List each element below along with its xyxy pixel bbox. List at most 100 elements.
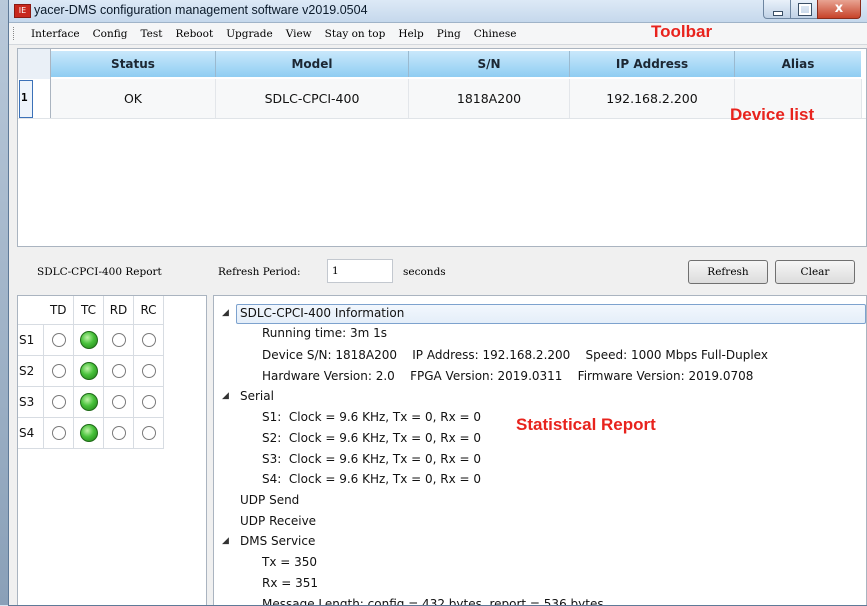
- refresh-period-input[interactable]: [327, 259, 393, 283]
- tree-dms-tx: Tx = 350: [262, 555, 318, 569]
- tree-node-serial[interactable]: Serial: [240, 386, 274, 406]
- indicator-cell: [43, 324, 74, 356]
- app-logo-icon: IE: [14, 4, 31, 18]
- col-header-status[interactable]: Status: [51, 51, 216, 77]
- led-on-icon: [79, 331, 98, 349]
- indicator-row: S2: [18, 355, 164, 387]
- close-button[interactable]: x: [817, 0, 861, 19]
- cell-model[interactable]: SDLC-CPCI-400: [216, 79, 409, 118]
- indicator-cell: [43, 386, 74, 418]
- window-controls: x: [763, 0, 861, 19]
- indicator-cell: [73, 355, 104, 387]
- col-header-sn[interactable]: S/N: [409, 51, 570, 77]
- menu-test[interactable]: Test: [140, 28, 162, 40]
- toolbar-grip[interactable]: [13, 27, 17, 40]
- tree-device-line: Device S/N: 1818A200 IP Address: 192.168…: [262, 348, 768, 362]
- maximize-icon: [798, 3, 812, 16]
- menu-help[interactable]: Help: [398, 28, 423, 40]
- menu-stay-on-top[interactable]: Stay on top: [325, 28, 386, 40]
- menu-bar: Interface Config Test Reboot Upgrade Vie…: [9, 23, 867, 45]
- menu-ping[interactable]: Ping: [437, 28, 461, 40]
- tree-serial-s2: S2: Clock = 9.6 KHz, Tx = 0, Rx = 0: [262, 431, 482, 445]
- menu-config[interactable]: Config: [93, 28, 128, 40]
- tree-node-info[interactable]: SDLC-CPCI-400 Information: [240, 303, 404, 323]
- tree-node-udp-send[interactable]: UDP Send: [240, 490, 299, 510]
- app-window: IE yacer-DMS configuration management so…: [8, 0, 867, 606]
- menu-upgrade[interactable]: Upgrade: [226, 28, 273, 40]
- tree-serial-s1: S1: Clock = 9.6 KHz, Tx = 0, Rx = 0: [262, 410, 482, 424]
- led-off-icon: [141, 426, 156, 441]
- led-off-icon: [141, 395, 156, 410]
- indicator-row: S3: [18, 386, 164, 418]
- col-header-ip[interactable]: IP Address: [570, 51, 735, 77]
- menu-items: Interface Config Test Reboot Upgrade Vie…: [31, 23, 529, 44]
- report-label: SDLC-CPCI-400 Report: [37, 266, 162, 278]
- clear-button[interactable]: Clear: [775, 260, 855, 284]
- collapse-arrow-icon[interactable]: ◢: [222, 386, 229, 406]
- tree-dms-rx: Rx = 351: [262, 576, 319, 590]
- indicator-col-td: TD: [43, 296, 74, 325]
- led-on-icon: [79, 393, 98, 411]
- annotation-statistical-report: Statistical Report: [516, 415, 656, 434]
- indicator-cell: [73, 324, 104, 356]
- indicator-row: S4: [18, 417, 164, 449]
- indicator-row-label: S2: [18, 355, 44, 387]
- led-off-icon: [51, 426, 66, 441]
- menu-reboot[interactable]: Reboot: [175, 28, 213, 40]
- statistical-report-tree[interactable]: ◢ SDLC-CPCI-400 Information Running time…: [213, 295, 867, 606]
- indicator-cell: [103, 417, 134, 449]
- indicator-cell: [133, 417, 164, 449]
- indicator-cell: [133, 386, 164, 418]
- led-off-icon: [141, 333, 156, 348]
- row-number: 1: [21, 91, 28, 104]
- indicator-cell: [43, 417, 74, 449]
- indicator-col-tc: TC: [73, 296, 104, 325]
- cell-status[interactable]: OK: [51, 79, 216, 118]
- col-header-model[interactable]: Model: [216, 51, 409, 77]
- indicator-col-rc: RC: [133, 296, 164, 325]
- led-off-icon: [111, 364, 126, 379]
- led-off-icon: [51, 395, 66, 410]
- indicator-cell: [43, 355, 74, 387]
- menu-view[interactable]: View: [286, 28, 312, 40]
- collapse-arrow-icon[interactable]: ◢: [222, 531, 229, 551]
- tree-serial-s3: S3: Clock = 9.6 KHz, Tx = 0, Rx = 0: [262, 452, 482, 466]
- port-indicator-panel: TD TC RD RC S1 S2 S3 S4: [17, 295, 207, 605]
- tree-node-udp-receive[interactable]: UDP Receive: [240, 511, 316, 531]
- led-off-icon: [141, 364, 156, 379]
- seconds-label: seconds: [403, 266, 446, 278]
- annotation-device-list: Device list: [730, 105, 815, 124]
- indicator-row: S1: [18, 324, 164, 356]
- desktop-edge: [0, 0, 8, 605]
- led-off-icon: [111, 395, 126, 410]
- collapse-arrow-icon[interactable]: ◢: [222, 303, 229, 323]
- cell-sn[interactable]: 1818A200: [409, 79, 570, 118]
- refresh-button[interactable]: Refresh: [688, 260, 768, 284]
- indicator-cell: [133, 324, 164, 356]
- close-icon: x: [834, 1, 844, 16]
- indicator-col-rd: RD: [103, 296, 134, 325]
- led-on-icon: [79, 424, 98, 442]
- led-off-icon: [111, 426, 126, 441]
- col-header-alias[interactable]: Alias: [735, 51, 861, 77]
- led-on-icon: [79, 362, 98, 380]
- menu-chinese[interactable]: Chinese: [474, 28, 517, 40]
- grid-corner[interactable]: [18, 49, 51, 79]
- tree-serial-s4: S4: Clock = 9.6 KHz, Tx = 0, Rx = 0: [262, 472, 482, 486]
- window-title: yacer-DMS configuration management softw…: [34, 3, 368, 17]
- annotation-toolbar: Toolbar: [651, 22, 713, 41]
- minimize-icon: [773, 11, 783, 16]
- row-header[interactable]: 1: [18, 79, 51, 118]
- minimize-button[interactable]: [763, 0, 791, 19]
- menu-interface[interactable]: Interface: [31, 28, 80, 40]
- indicator-corner: [18, 296, 44, 325]
- tree-message-length: Message Length: config = 432 bytes, repo…: [262, 597, 604, 606]
- maximize-button[interactable]: [790, 0, 818, 19]
- title-bar[interactable]: IE yacer-DMS configuration management so…: [9, 0, 867, 23]
- led-off-icon: [51, 333, 66, 348]
- tree-node-dms[interactable]: DMS Service: [240, 531, 315, 551]
- cell-ip[interactable]: 192.168.2.200: [570, 79, 735, 118]
- device-list-grid: Status Model S/N IP Address Alias 1 OK S…: [17, 48, 867, 247]
- device-list-header: Status Model S/N IP Address Alias: [18, 49, 866, 79]
- indicator-row-label: S1: [18, 324, 44, 356]
